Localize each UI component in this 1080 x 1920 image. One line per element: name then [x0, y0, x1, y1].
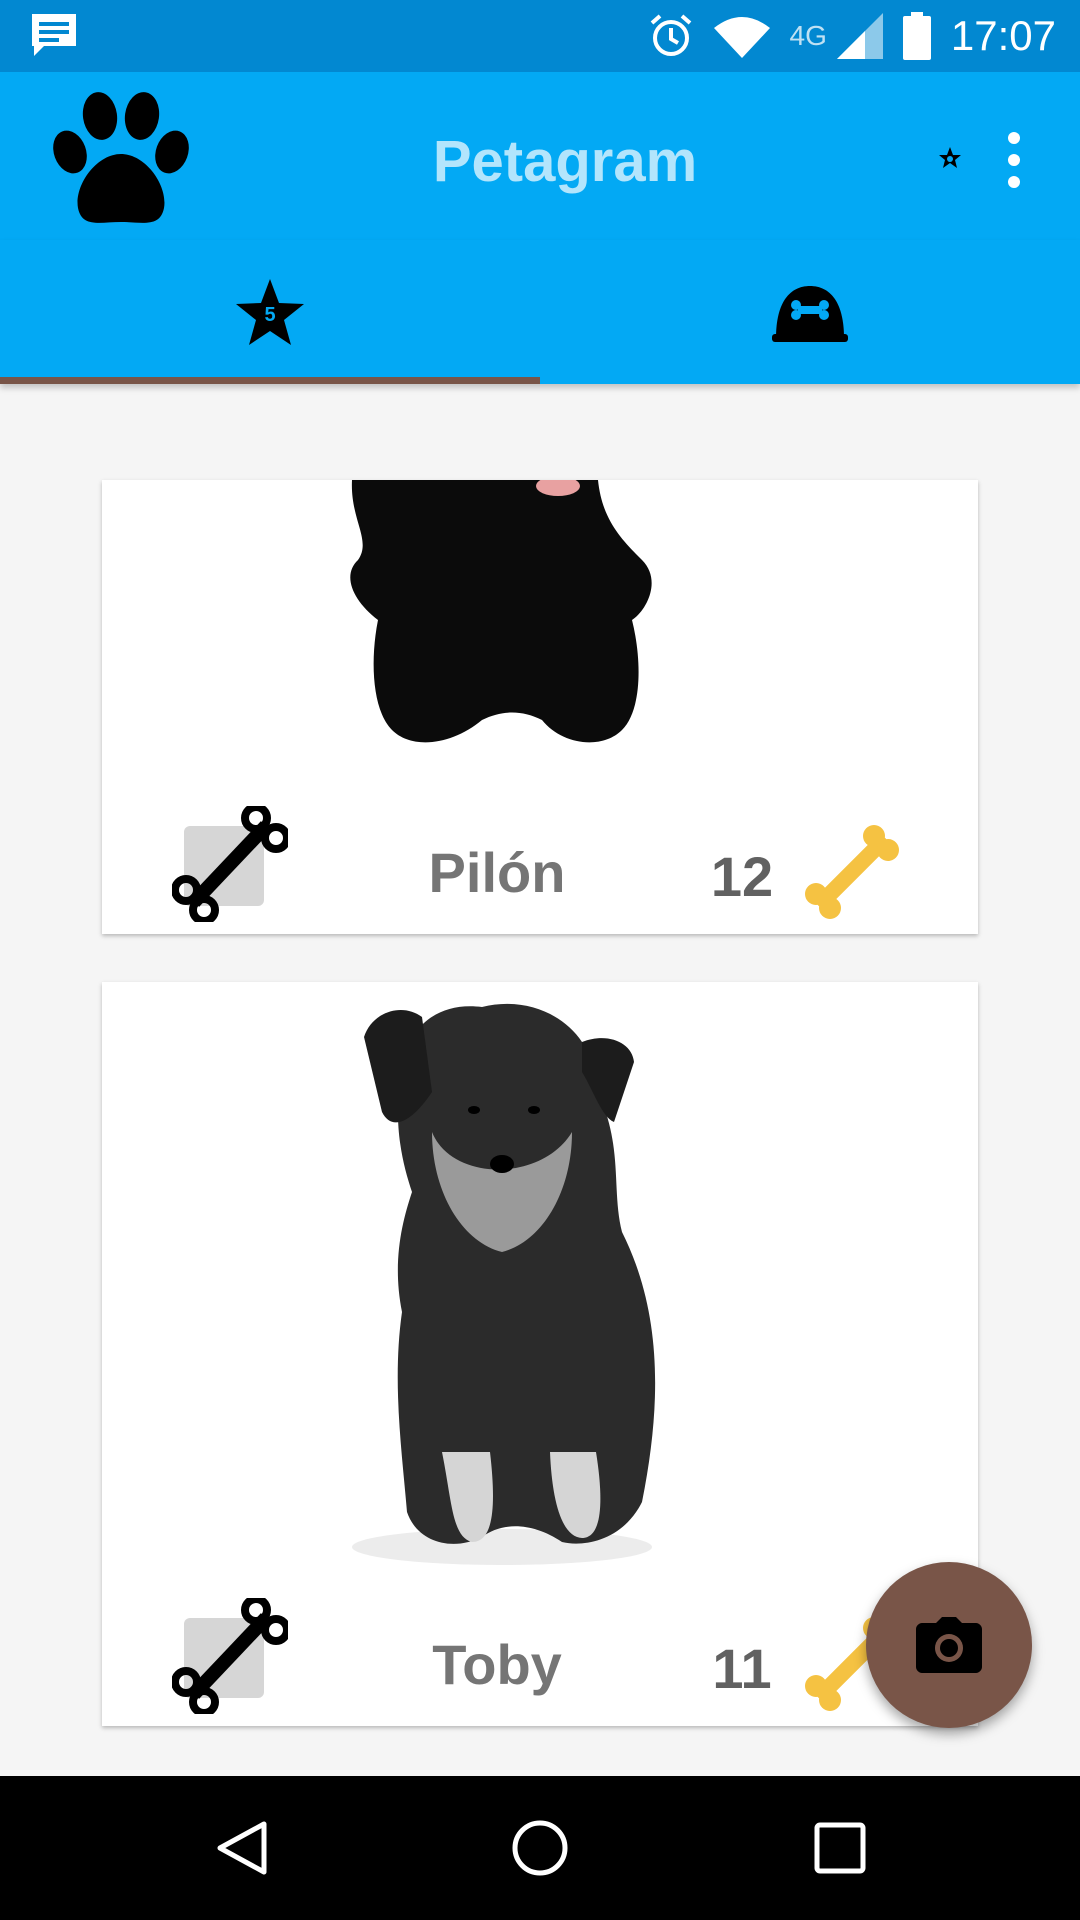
like-count: 11 — [712, 1637, 772, 1700]
message-icon — [32, 14, 76, 56]
pet-photo — [102, 982, 978, 1582]
overflow-menu-icon[interactable] — [996, 128, 1032, 192]
dog-bowl-icon — [772, 286, 848, 342]
like-button[interactable] — [172, 806, 288, 922]
camera-fab[interactable] — [866, 1562, 1032, 1728]
navigation-bar — [0, 1776, 1080, 1920]
pet-name: Pilón — [428, 841, 566, 904]
network-type: 4G — [789, 20, 827, 51]
app-toolbar: Petagram — [0, 72, 1080, 240]
status-bar: 4G 17:07 — [0, 0, 1080, 72]
pet-card: Pilón 12 — [102, 480, 978, 934]
tab-indicator — [0, 377, 540, 384]
tab-favorites[interactable]: 5 — [0, 240, 540, 384]
camera-icon — [916, 1617, 982, 1673]
pet-card: Toby 11 — [102, 982, 978, 1726]
clock: 17:07 — [950, 12, 1056, 59]
like-count: 12 — [710, 845, 774, 908]
pet-name: Toby — [432, 1633, 562, 1696]
battery-icon — [902, 12, 931, 60]
pet-photo — [102, 480, 978, 800]
star-icon: 5 — [236, 279, 304, 345]
app-title: Petagram — [432, 129, 698, 194]
recents-icon[interactable] — [812, 1818, 868, 1878]
like-button[interactable] — [172, 1598, 288, 1714]
wifi-icon — [713, 17, 770, 58]
tab-badge: 5 — [264, 304, 275, 326]
tab-profile[interactable] — [540, 240, 1080, 384]
bone-icon — [805, 825, 899, 919]
signal-icon — [836, 13, 883, 59]
favorite-star-icon[interactable] — [938, 146, 962, 170]
tab-bar: 5 — [0, 240, 1080, 384]
back-icon[interactable] — [212, 1818, 272, 1878]
alarm-icon — [650, 14, 691, 56]
home-icon[interactable] — [510, 1818, 570, 1878]
